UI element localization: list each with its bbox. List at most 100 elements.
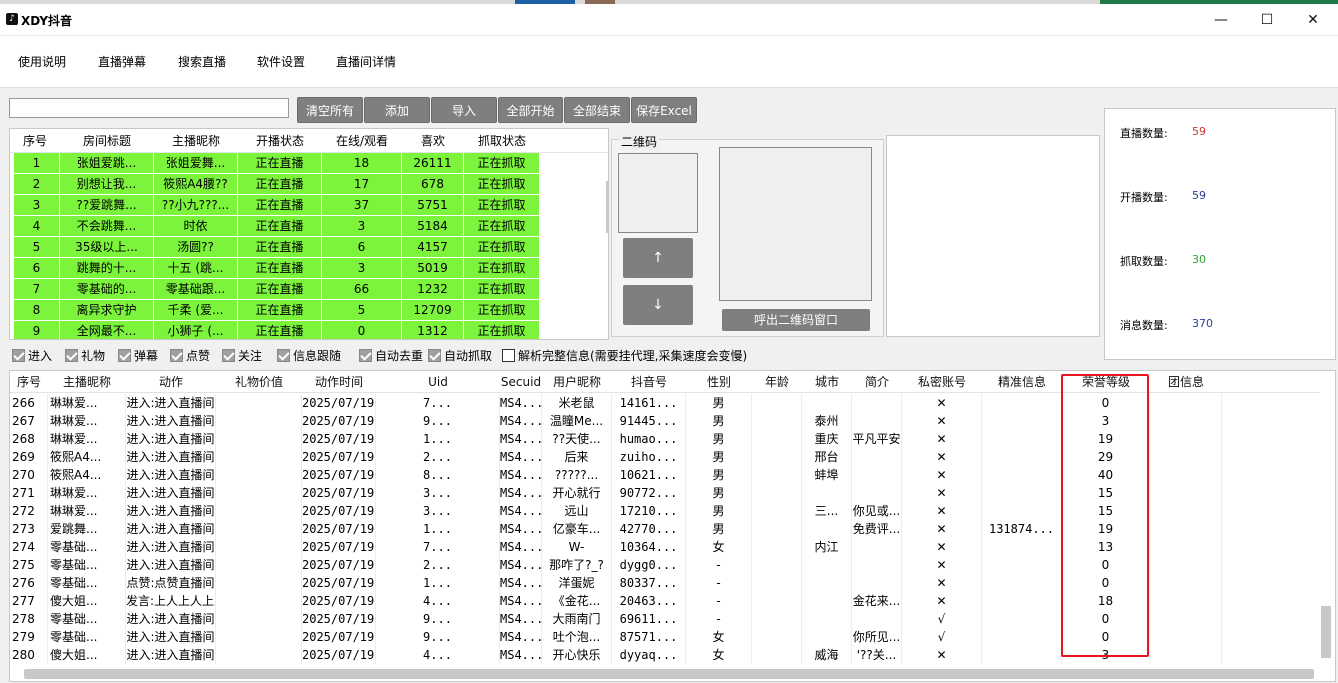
import-button[interactable]: 导入: [431, 97, 497, 123]
log-row[interactable]: 266琳琳爱...进入:进入直播间 2025/07/19 1...7...MS4.…: [10, 394, 1320, 412]
room-row[interactable]: 9 全网最不... 小狮子 (... 正在直播 0 1312 正在抓取: [14, 321, 540, 339]
move-up-button[interactable]: ↑: [623, 238, 693, 278]
checkbox-box[interactable]: [170, 348, 183, 362]
menu-settings[interactable]: 软件设置: [257, 53, 305, 70]
log-table-vscrollbar[interactable]: [1321, 606, 1331, 658]
stop-all-button[interactable]: 全部结束: [564, 97, 630, 123]
room-col-header[interactable]: 房间标题: [60, 129, 154, 152]
log-cell: [752, 448, 802, 466]
log-col-header[interactable]: 抖音号: [612, 371, 686, 393]
filter-checkbox[interactable]: 礼物: [65, 346, 105, 364]
log-cell: [982, 394, 1062, 412]
log-row[interactable]: 275零基础...进入:进入直播间 2025/07/19 1...2...MS4.…: [10, 556, 1320, 574]
log-col-header[interactable]: 精准信息: [982, 371, 1062, 393]
room-cell: 35级以上...: [60, 237, 154, 258]
filter-checkbox[interactable]: 进入: [12, 346, 52, 364]
maximize-button[interactable]: ☐: [1244, 7, 1290, 33]
checkbox-box[interactable]: [428, 348, 441, 362]
log-col-header[interactable]: Uid: [376, 371, 500, 393]
room-col-header[interactable]: 抓取状态: [464, 129, 540, 152]
start-all-button[interactable]: 全部开始: [498, 97, 563, 123]
room-col-header[interactable]: 开播状态: [238, 129, 322, 152]
filter-checkbox[interactable]: 自动抓取: [428, 346, 492, 364]
log-cell: 2025/07/19 1...: [302, 394, 376, 412]
log-col-header[interactable]: 性别: [686, 371, 752, 393]
log-row[interactable]: 268琳琳爱...进入:进入直播间 2025/07/19 1...1...MS4.…: [10, 430, 1320, 448]
room-row[interactable]: 4 不会跳舞... 时依 正在直播 3 5184 正在抓取: [14, 216, 540, 237]
room-row[interactable]: 1 张姐爱跳... 张姐爱舞... 正在直播 18 26111 正在抓取: [14, 153, 540, 174]
checkbox-box[interactable]: [502, 348, 515, 362]
checkbox-box[interactable]: [118, 348, 131, 362]
log-row[interactable]: 280傻大姐...进入:进入直播间 2025/07/19 1...4...MS4.…: [10, 646, 1320, 664]
log-col-header[interactable]: 主播昵称: [48, 371, 126, 393]
log-row[interactable]: 279零基础...进入:进入直播间 2025/07/19 1...9...MS4.…: [10, 628, 1320, 646]
close-button[interactable]: ✕: [1290, 7, 1336, 33]
room-col-header[interactable]: 主播昵称: [154, 129, 238, 152]
log-row[interactable]: 273爱跳舞...进入:进入直播间 2025/07/19 1...1...MS4.…: [10, 520, 1320, 538]
log-col-header[interactable]: 用户昵称: [542, 371, 612, 393]
checkbox-box[interactable]: [12, 348, 25, 362]
log-cell: 0: [1062, 556, 1150, 574]
menu-search-live[interactable]: 搜索直播: [178, 53, 226, 70]
room-col-header[interactable]: 喜欢: [402, 129, 464, 152]
log-row[interactable]: 267琳琳爱...进入:进入直播间 2025/07/19 1...9...MS4.…: [10, 412, 1320, 430]
log-col-header[interactable]: Secuid: [500, 371, 542, 393]
filter-checkbox[interactable]: 弹幕: [118, 346, 158, 364]
filter-checkbox[interactable]: 信息跟随: [277, 346, 341, 364]
popup-qr-button[interactable]: 呼出二维码窗口: [722, 309, 870, 331]
room-row[interactable]: 5 35级以上... 汤圆?? 正在直播 6 4157 正在抓取: [14, 237, 540, 258]
room-cell: 汤圆??: [154, 237, 238, 258]
search-input[interactable]: [9, 98, 289, 118]
log-col-header[interactable]: 礼物价值: [216, 371, 302, 393]
filter-checkbox[interactable]: 点赞: [170, 346, 210, 364]
log-col-header[interactable]: 动作时间: [302, 371, 376, 393]
menu-room-details[interactable]: 直播间详情: [336, 53, 396, 70]
log-row[interactable]: 276零基础...点赞:点赞直播间 2025/07/19 1...1...MS4.…: [10, 574, 1320, 592]
log-row[interactable]: 269筱熙A4...进入:进入直播间 2025/07/19 1...2...MS4…: [10, 448, 1320, 466]
log-col-header[interactable]: 动作: [126, 371, 216, 393]
log-row[interactable]: 272琳琳爱...进入:进入直播间 2025/07/19 1...3...MS4.…: [10, 502, 1320, 520]
log-row[interactable]: 271琳琳爱...进入:进入直播间 2025/07/19 1...3...MS4.…: [10, 484, 1320, 502]
room-col-header[interactable]: 在线/观看: [322, 129, 402, 152]
minimize-button[interactable]: —: [1198, 7, 1244, 33]
log-cell: 268: [10, 430, 48, 448]
log-cell: ✕: [902, 556, 982, 574]
checkbox-box[interactable]: [277, 348, 290, 362]
filter-checkbox[interactable]: 解析完整信息(需要挂代理,采集速度会变慢): [502, 346, 747, 364]
room-table-scrollbar[interactable]: [606, 181, 608, 233]
log-col-header[interactable]: 序号: [10, 371, 48, 393]
save-excel-button[interactable]: 保存Excel: [631, 97, 697, 123]
checkbox-box[interactable]: [222, 348, 235, 362]
log-row[interactable]: 274零基础...进入:进入直播间 2025/07/19 1...7...MS4.…: [10, 538, 1320, 556]
move-down-button[interactable]: ↓: [623, 285, 693, 325]
filter-checkbox[interactable]: 关注: [222, 346, 262, 364]
log-col-header[interactable]: 简介: [852, 371, 902, 393]
log-table-hscrollbar[interactable]: [24, 669, 1314, 679]
filter-checkbox[interactable]: 自动去重: [359, 346, 423, 364]
log-row[interactable]: 270筱熙A4...进入:进入直播间 2025/07/19 1...8...MS4…: [10, 466, 1320, 484]
room-row[interactable]: 6 跳舞的十... 十五 (跳... 正在直播 3 5019 正在抓取: [14, 258, 540, 279]
log-col-header[interactable]: 年龄: [752, 371, 802, 393]
log-row[interactable]: 277傻大姐...发言:上人上人上人上 2025/07/19 1...4...MS…: [10, 592, 1320, 610]
menu-usage[interactable]: 使用说明: [18, 53, 66, 70]
add-button[interactable]: 添加: [364, 97, 430, 123]
log-cell: 琳琳爱...: [48, 394, 126, 412]
clear-all-button[interactable]: 清空所有: [297, 97, 363, 123]
checkbox-box[interactable]: [359, 348, 372, 362]
menu-danmaku[interactable]: 直播弹幕: [98, 53, 146, 70]
log-cell: 4...: [376, 592, 500, 610]
room-cell: 小狮子 (...: [154, 321, 238, 339]
log-col-header[interactable]: 团信息: [1150, 371, 1222, 393]
log-row[interactable]: 278零基础...进入:进入直播间 2025/07/19 1...9...MS4.…: [10, 610, 1320, 628]
room-col-header[interactable]: 序号: [10, 129, 60, 152]
room-row[interactable]: 2 别想让我... 筱熙A4腰?? 正在直播 17 678 正在抓取: [14, 174, 540, 195]
log-col-header[interactable]: 城市: [802, 371, 852, 393]
log-cell: ✕: [902, 430, 982, 448]
checkbox-box[interactable]: [65, 348, 78, 362]
room-row[interactable]: 8 离异求守护 千柔 (爱... 正在直播 5 12709 正在抓取: [14, 300, 540, 321]
log-col-header[interactable]: 荣誉等级: [1062, 371, 1150, 393]
room-row[interactable]: 7 零基础的... 零基础跟... 正在直播 66 1232 正在抓取: [14, 279, 540, 300]
log-cell: 内江: [802, 538, 852, 556]
room-row[interactable]: 3 ??爱跳舞... ??小九???... 正在直播 37 5751 正在抓取: [14, 195, 540, 216]
log-col-header[interactable]: 私密账号: [902, 371, 982, 393]
